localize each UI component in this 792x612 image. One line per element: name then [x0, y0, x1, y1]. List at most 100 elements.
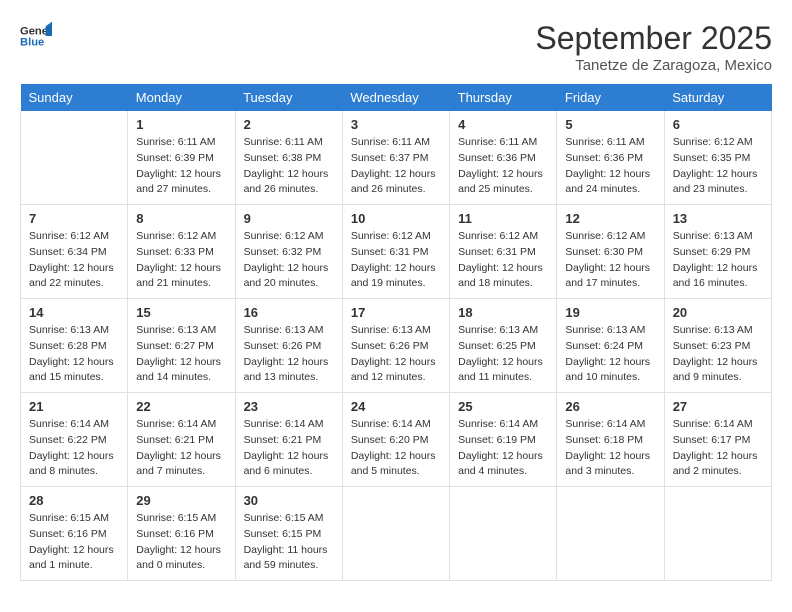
calendar-cell: 12Sunrise: 6:12 AMSunset: 6:30 PMDayligh…: [557, 205, 664, 299]
day-number: 13: [673, 211, 763, 226]
day-info: Sunrise: 6:13 AMSunset: 6:26 PMDaylight:…: [351, 323, 441, 386]
calendar-cell: 25 Sunrise: 6:14 AMSunset: 6:19 PMDayligh…: [450, 393, 557, 487]
calendar-cell: [664, 487, 771, 581]
weekday-header-row: Sunday Monday Tuesday Wednesday Thursday…: [21, 84, 772, 111]
day-info: Sunrise: 6:11 AMSunset: 6:36 PMDaylight:…: [565, 135, 655, 198]
calendar-cell: 19 Sunrise: 6:13 AMSunset: 6:24 PMDayligh…: [557, 299, 664, 393]
header-saturday: Saturday: [664, 84, 771, 111]
page-subtitle: Tanetze de Zaragoza, Mexico: [535, 57, 772, 74]
day-info: Sunrise: 6:13 AMSunset: 6:29 PMDaylight:…: [673, 229, 763, 292]
calendar-cell: 26 Sunrise: 6:14 AMSunset: 6:18 PMDayligh…: [557, 393, 664, 487]
day-info: Sunrise: 6:13 AMSunset: 6:26 PMDaylight:…: [244, 323, 334, 386]
calendar-header: Sunday Monday Tuesday Wednesday Thursday…: [21, 84, 772, 111]
header-wednesday: Wednesday: [342, 84, 449, 111]
title-block: September 2025 Tanetze de Zaragoza, Mexi…: [535, 20, 772, 74]
header-sunday: Sunday: [21, 84, 128, 111]
day-info: Sunrise: 6:11 AMSunset: 6:36 PMDaylight:…: [458, 135, 548, 198]
day-number: 26: [565, 399, 655, 414]
day-number: 6: [673, 117, 763, 132]
calendar-cell: [342, 487, 449, 581]
calendar-table: Sunday Monday Tuesday Wednesday Thursday…: [20, 84, 772, 581]
calendar-cell: 23 Sunrise: 6:14 AMSunset: 6:21 PMDayligh…: [235, 393, 342, 487]
day-number: 14: [29, 305, 119, 320]
day-number: 25: [458, 399, 548, 414]
day-number: 5: [565, 117, 655, 132]
calendar-cell: 18Sunrise: 6:13 AMSunset: 6:25 PMDayligh…: [450, 299, 557, 393]
day-info: Sunrise: 6:12 AMSunset: 6:34 PMDaylight:…: [29, 229, 119, 292]
calendar-week-row: 21 Sunrise: 6:14 AMSunset: 6:22 PMDayligh…: [21, 393, 772, 487]
calendar-week-row: 7 Sunrise: 6:12 AMSunset: 6:34 PMDaylight…: [21, 205, 772, 299]
calendar-week-row: 28 Sunrise: 6:15 AMSunset: 6:16 PMDayligh…: [21, 487, 772, 581]
day-number: 29: [136, 493, 226, 508]
day-info: Sunrise: 6:11 AMSunset: 6:39 PMDaylight:…: [136, 135, 226, 198]
day-number: 16: [244, 305, 334, 320]
day-number: 10: [351, 211, 441, 226]
calendar-cell: [557, 487, 664, 581]
calendar-cell: 1 Sunrise: 6:11 AMSunset: 6:39 PMDaylight…: [128, 111, 235, 205]
calendar-cell: 2 Sunrise: 6:11 AMSunset: 6:38 PMDaylight…: [235, 111, 342, 205]
calendar-cell: 5 Sunrise: 6:11 AMSunset: 6:36 PMDaylight…: [557, 111, 664, 205]
day-number: 27: [673, 399, 763, 414]
day-info: Sunrise: 6:14 AMSunset: 6:21 PMDaylight:…: [136, 417, 226, 480]
calendar-cell: 9Sunrise: 6:12 AMSunset: 6:32 PMDaylight…: [235, 205, 342, 299]
logo: General Blue: [20, 20, 52, 52]
calendar-cell: 14 Sunrise: 6:13 AMSunset: 6:28 PMDayligh…: [21, 299, 128, 393]
header-tuesday: Tuesday: [235, 84, 342, 111]
day-info: Sunrise: 6:11 AMSunset: 6:38 PMDaylight:…: [244, 135, 334, 198]
calendar-cell: 17 Sunrise: 6:13 AMSunset: 6:26 PMDayligh…: [342, 299, 449, 393]
day-info: Sunrise: 6:15 AMSunset: 6:15 PMDaylight:…: [244, 511, 334, 574]
day-number: 2: [244, 117, 334, 132]
header-monday: Monday: [128, 84, 235, 111]
calendar-cell: 30 Sunrise: 6:15 AMSunset: 6:15 PMDayligh…: [235, 487, 342, 581]
calendar-cell: 29 Sunrise: 6:15 AMSunset: 6:16 PMDayligh…: [128, 487, 235, 581]
day-number: 15: [136, 305, 226, 320]
calendar-cell: 27Sunrise: 6:14 AMSunset: 6:17 PMDayligh…: [664, 393, 771, 487]
calendar-cell: 7 Sunrise: 6:12 AMSunset: 6:34 PMDaylight…: [21, 205, 128, 299]
day-number: 28: [29, 493, 119, 508]
day-info: Sunrise: 6:14 AMSunset: 6:18 PMDaylight:…: [565, 417, 655, 480]
day-info: Sunrise: 6:12 AMSunset: 6:31 PMDaylight:…: [458, 229, 548, 292]
calendar-cell: 28 Sunrise: 6:15 AMSunset: 6:16 PMDayligh…: [21, 487, 128, 581]
page-header: General Blue September 2025 Tanetze de Z…: [20, 20, 772, 74]
day-number: 3: [351, 117, 441, 132]
day-number: 19: [565, 305, 655, 320]
header-thursday: Thursday: [450, 84, 557, 111]
day-number: 24: [351, 399, 441, 414]
calendar-cell: 8 Sunrise: 6:12 AMSunset: 6:33 PMDaylight…: [128, 205, 235, 299]
calendar-cell: 11 Sunrise: 6:12 AMSunset: 6:31 PMDayligh…: [450, 205, 557, 299]
day-number: 12: [565, 211, 655, 226]
day-number: 11: [458, 211, 548, 226]
day-number: 8: [136, 211, 226, 226]
day-info: Sunrise: 6:13 AMSunset: 6:27 PMDaylight:…: [136, 323, 226, 386]
calendar-cell: 20 Sunrise: 6:13 AMSunset: 6:23 PMDayligh…: [664, 299, 771, 393]
day-info: Sunrise: 6:13 AMSunset: 6:23 PMDaylight:…: [673, 323, 763, 386]
day-info: Sunrise: 6:11 AMSunset: 6:37 PMDaylight:…: [351, 135, 441, 198]
page-title: September 2025: [535, 20, 772, 57]
calendar-cell: 24 Sunrise: 6:14 AMSunset: 6:20 PMDayligh…: [342, 393, 449, 487]
day-number: 30: [244, 493, 334, 508]
calendar-cell: 21 Sunrise: 6:14 AMSunset: 6:22 PMDayligh…: [21, 393, 128, 487]
day-info: Sunrise: 6:14 AMSunset: 6:22 PMDaylight:…: [29, 417, 119, 480]
day-info: Sunrise: 6:13 AMSunset: 6:24 PMDaylight:…: [565, 323, 655, 386]
day-number: 17: [351, 305, 441, 320]
calendar-week-row: 14 Sunrise: 6:13 AMSunset: 6:28 PMDayligh…: [21, 299, 772, 393]
day-info: Sunrise: 6:14 AMSunset: 6:20 PMDaylight:…: [351, 417, 441, 480]
day-number: 23: [244, 399, 334, 414]
day-number: 1: [136, 117, 226, 132]
day-info: Sunrise: 6:14 AMSunset: 6:21 PMDaylight:…: [244, 417, 334, 480]
svg-text:Blue: Blue: [20, 37, 44, 49]
day-number: 20: [673, 305, 763, 320]
day-info: Sunrise: 6:13 AMSunset: 6:28 PMDaylight:…: [29, 323, 119, 386]
day-info: Sunrise: 6:12 AMSunset: 6:35 PMDaylight:…: [673, 135, 763, 198]
calendar-body: 1 Sunrise: 6:11 AMSunset: 6:39 PMDaylight…: [21, 111, 772, 581]
calendar-cell: 15 Sunrise: 6:13 AMSunset: 6:27 PMDayligh…: [128, 299, 235, 393]
day-number: 4: [458, 117, 548, 132]
day-number: 9: [244, 211, 334, 226]
day-info: Sunrise: 6:15 AMSunset: 6:16 PMDaylight:…: [136, 511, 226, 574]
day-info: Sunrise: 6:14 AMSunset: 6:19 PMDaylight:…: [458, 417, 548, 480]
day-info: Sunrise: 6:15 AMSunset: 6:16 PMDaylight:…: [29, 511, 119, 574]
day-info: Sunrise: 6:12 AMSunset: 6:33 PMDaylight:…: [136, 229, 226, 292]
day-number: 21: [29, 399, 119, 414]
day-number: 22: [136, 399, 226, 414]
day-number: 7: [29, 211, 119, 226]
